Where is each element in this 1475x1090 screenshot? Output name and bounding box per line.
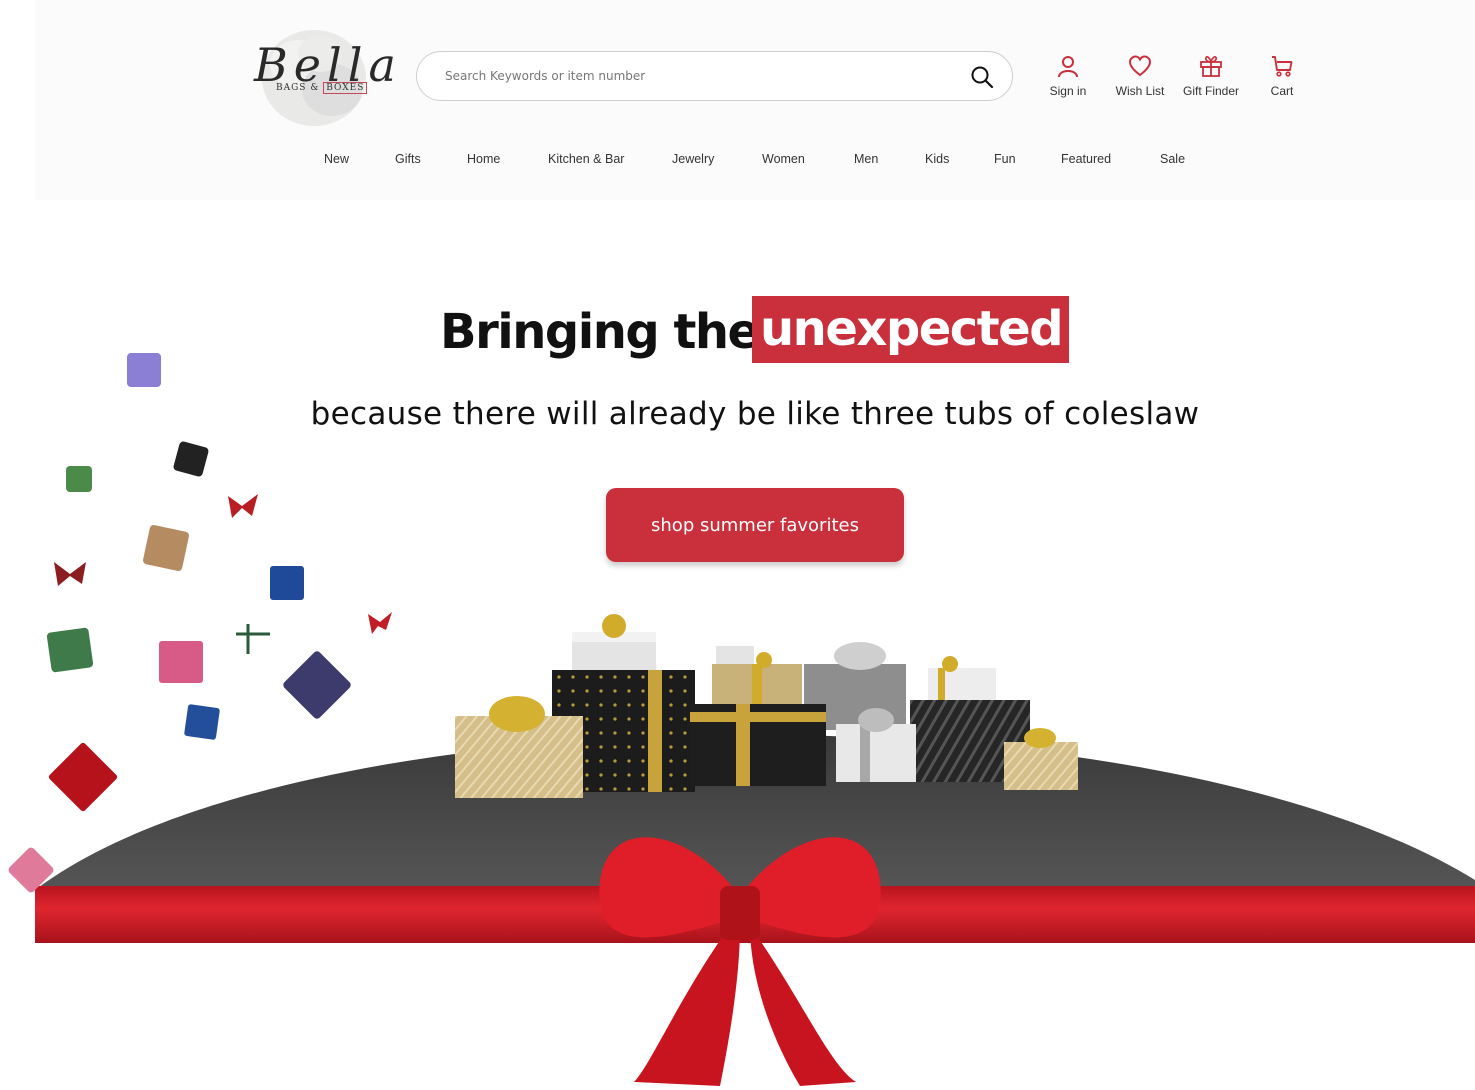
confetti-gift-purple [127,353,161,387]
cart-label: Cart [1270,84,1294,98]
headline-plain: Bringing the [440,304,760,360]
nav-item-gifts[interactable]: Gifts [395,152,421,166]
main-nav: New Gifts Home Kitchen & Bar Jewelry Wom… [0,152,1475,172]
confetti-gift-blue [270,566,304,600]
search-bar [416,51,1013,101]
search-icon[interactable] [970,65,994,89]
cart-icon [1272,56,1293,77]
nav-item-featured[interactable]: Featured [1061,152,1111,166]
wish-list-link[interactable]: Wish List [1100,54,1180,98]
nav-item-fun[interactable]: Fun [994,152,1016,166]
brand-logo[interactable]: Bella BAGS & BOXES [250,24,396,130]
falling-gifts-decoration [0,340,420,900]
nav-item-home[interactable]: Home [467,152,500,166]
confetti-gift-black [173,441,209,477]
confetti-gift-plaid-diamond [283,651,351,719]
logo-subtitle-left: BAGS & [276,83,320,93]
nav-item-men[interactable]: Men [854,152,878,166]
logo-subtitle-right: BOXES [323,82,368,94]
confetti-bow-plaid [54,562,86,586]
logo-subtitle: BAGS & BOXES [276,82,368,94]
confetti-gift-green-small [66,466,92,492]
headline-highlight: unexpected [752,296,1069,363]
sign-in-link[interactable]: Sign in [1028,54,1108,98]
confetti-gift-brown [143,525,189,571]
gift-finder-link[interactable]: Gift Finder [1171,54,1251,98]
confetti-gift-blue-small [184,704,220,740]
confetti-gift-green [46,627,94,673]
user-icon [1058,56,1078,78]
confetti-bow-red [228,494,258,518]
confetti-gift-red-diamond [48,742,118,812]
confetti-gift-pink [159,641,203,683]
nav-item-new[interactable]: New [324,152,349,166]
cart-link[interactable]: Cart [1242,54,1322,98]
sign-in-label: Sign in [1049,84,1087,98]
gift-box-black-gold-ribbon [690,704,826,786]
nav-item-kitchen-bar[interactable]: Kitchen & Bar [548,152,624,166]
confetti-ribbon-green [236,624,270,654]
nav-item-sale[interactable]: Sale [1160,152,1185,166]
confetti-gift-pink-diamond [8,847,54,893]
nav-item-kids[interactable]: Kids [925,152,949,166]
gift-icon [1200,56,1222,77]
nav-item-women[interactable]: Women [762,152,805,166]
gift-finder-label: Gift Finder [1182,84,1239,98]
wish-list-label: Wish List [1115,84,1165,98]
search-input[interactable] [445,64,945,88]
nav-item-jewelry[interactable]: Jewelry [672,152,714,166]
confetti-bow-red-small [368,612,392,634]
heart-icon [1128,55,1152,77]
shop-summer-favorites-button[interactable]: shop summer favorites [606,488,904,562]
